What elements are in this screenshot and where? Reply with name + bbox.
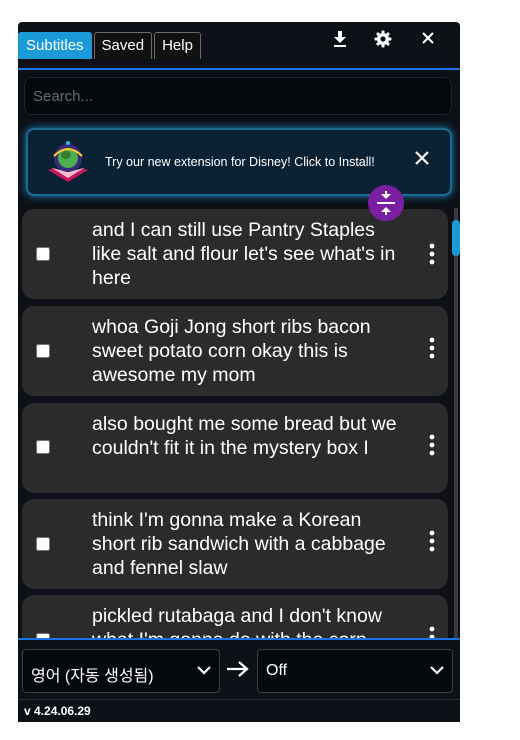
subtitle-text[interactable]: also bought me some bread but we couldn'…	[92, 412, 404, 460]
subtitle-item: pickled rutabaga and I don't know what I…	[22, 595, 448, 638]
subtitle-item: whoa Goji Jong short ribs bacon sweet po…	[22, 306, 448, 396]
subtitle-text[interactable]: think I'm gonna make a Korean short rib …	[92, 508, 404, 580]
source-language-select[interactable]: 영어 (자동 생성됨)	[22, 649, 220, 693]
subtitle-list: and I can still use Pantry Staples like …	[18, 208, 460, 638]
compress-button[interactable]	[368, 185, 404, 221]
subtitle-item: also bought me some bread but we couldn'…	[22, 403, 448, 493]
version-divider	[18, 699, 460, 700]
gear-icon[interactable]	[374, 30, 396, 50]
search-input[interactable]	[25, 78, 451, 114]
subtitle-text[interactable]: whoa Goji Jong short ribs bacon sweet po…	[92, 315, 404, 387]
subtitle-text[interactable]: pickled rutabaga and I don't know what I…	[92, 604, 404, 638]
tab-subtitles[interactable]: Subtitles	[18, 32, 92, 59]
target-language-value: Off	[266, 662, 288, 679]
subtitle-text[interactable]: and I can still use Pantry Staples like …	[92, 218, 404, 290]
arrow-right-icon	[225, 659, 251, 679]
close-icon[interactable]	[420, 30, 442, 50]
compress-icon	[377, 191, 395, 215]
download-icon[interactable]	[331, 30, 353, 50]
header-divider	[18, 68, 460, 70]
more-options-icon[interactable]	[420, 240, 444, 268]
chevron-down-icon	[197, 666, 211, 675]
version-label: v 4.24.06.29	[24, 704, 91, 718]
more-options-icon[interactable]	[420, 334, 444, 362]
banner-close-icon[interactable]	[414, 150, 434, 170]
subtitle-checkbox[interactable]	[36, 344, 50, 358]
footer-divider	[18, 638, 460, 640]
scrollbar-track[interactable]	[454, 208, 458, 638]
more-options-icon[interactable]	[420, 527, 444, 555]
subtitle-checkbox[interactable]	[36, 247, 50, 261]
more-options-icon[interactable]	[420, 623, 444, 638]
more-options-icon[interactable]	[420, 431, 444, 459]
chevron-down-icon	[430, 666, 444, 675]
subtitle-item: and I can still use Pantry Staples like …	[22, 209, 448, 299]
source-language-value: 영어 (자동 생성됨)	[31, 668, 154, 685]
subtitle-checkbox[interactable]	[36, 537, 50, 551]
subtitle-checkbox[interactable]	[36, 440, 50, 454]
scrollbar-thumb[interactable]	[452, 220, 460, 256]
disney-extension-logo-icon	[42, 138, 94, 188]
tab-saved[interactable]: Saved	[93, 32, 153, 59]
tab-help[interactable]: Help	[154, 32, 201, 59]
subtitle-item: think I'm gonna make a Korean short rib …	[22, 499, 448, 589]
target-language-select[interactable]: Off	[257, 649, 453, 693]
extension-panel: Subtitles Saved Help Search... Try our n…	[18, 22, 460, 722]
banner-text: Try our new extension for Disney! Click …	[105, 155, 375, 169]
search-box	[24, 77, 452, 115]
tab-bar: Subtitles Saved Help	[18, 32, 201, 60]
